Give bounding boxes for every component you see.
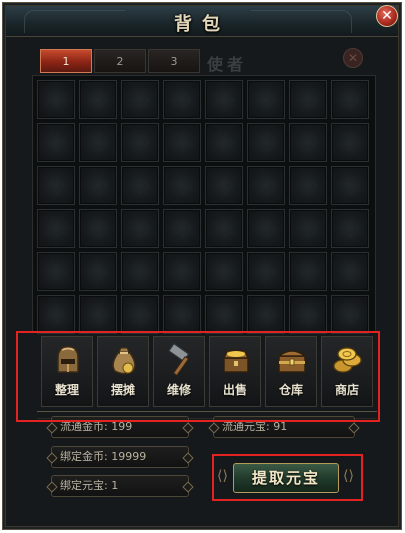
background-watermark-text: 使者 (207, 55, 248, 74)
inventory-slot[interactable] (331, 209, 369, 248)
withdraw-yuanbao-button[interactable]: 提取元宝 (233, 463, 339, 493)
inventory-grid (37, 80, 369, 334)
inventory-slot[interactable] (247, 123, 285, 162)
inventory-grid-panel (32, 75, 376, 334)
button-ornament-left: ⟨⟩ (217, 468, 228, 484)
inventory-slot[interactable] (331, 166, 369, 205)
circulating-yuanbao-field: 流通元宝: 91 (213, 416, 355, 438)
inventory-slot[interactable] (247, 80, 285, 119)
repair-button[interactable]: 维修 (153, 336, 205, 407)
shop-button[interactable]: 商店 (321, 336, 373, 407)
inventory-slot[interactable] (163, 166, 201, 205)
sell-button[interactable]: 出售 (209, 336, 261, 407)
stall-button[interactable]: 摆摊 (97, 336, 149, 407)
inventory-slot[interactable] (289, 209, 327, 248)
inventory-slot[interactable] (163, 123, 201, 162)
money-bag-icon (112, 347, 136, 375)
inventory-slot[interactable] (79, 80, 117, 119)
inventory-slot[interactable] (331, 252, 369, 291)
button-ornament-right: ⟨⟩ (343, 468, 354, 484)
inventory-slot[interactable] (205, 295, 243, 334)
inventory-slot[interactable] (121, 123, 159, 162)
inventory-slot[interactable] (37, 295, 75, 334)
hammer-icon (168, 343, 190, 377)
inventory-slot[interactable] (121, 166, 159, 205)
inventory-slot[interactable] (205, 80, 243, 119)
inventory-slot[interactable] (289, 166, 327, 205)
inventory-slot[interactable] (205, 252, 243, 291)
sort-button[interactable]: 整理 (41, 336, 93, 407)
inventory-slot[interactable] (37, 80, 75, 119)
warehouse-button[interactable]: 仓库 (265, 336, 317, 407)
shop-label: 商店 (334, 383, 359, 397)
inventory-slot[interactable] (37, 123, 75, 162)
inventory-slot[interactable] (331, 123, 369, 162)
inventory-slot[interactable] (331, 80, 369, 119)
inventory-slot[interactable] (37, 252, 75, 291)
close-icon[interactable]: ✕ (376, 5, 398, 27)
inventory-slot[interactable] (37, 209, 75, 248)
stall-label: 摆摊 (110, 383, 135, 397)
storage-chest-icon (276, 350, 308, 373)
inventory-slot[interactable] (247, 209, 285, 248)
circulating-gold-field: 流通金币: 199 (51, 416, 189, 438)
sell-label: 出售 (222, 383, 247, 397)
inventory-slot[interactable] (163, 80, 201, 119)
inventory-slot[interactable] (289, 80, 327, 119)
repair-label: 维修 (166, 383, 191, 397)
inventory-slot[interactable] (121, 295, 159, 334)
inventory-slot[interactable] (289, 295, 327, 334)
inventory-slot[interactable] (289, 123, 327, 162)
inventory-slot[interactable] (247, 252, 285, 291)
inventory-slot[interactable] (121, 252, 159, 291)
inventory-slot[interactable] (331, 295, 369, 334)
inventory-slot[interactable] (79, 166, 117, 205)
tab-1[interactable]: 1 (40, 49, 92, 73)
inventory-slot[interactable] (37, 166, 75, 205)
inventory-slot[interactable] (205, 123, 243, 162)
tab-3[interactable]: 3 (148, 49, 200, 73)
bound-gold-field: 绑定金币: 19999 (51, 446, 189, 468)
helmet-icon (57, 346, 79, 373)
inventory-slot[interactable] (247, 295, 285, 334)
inventory-slot[interactable] (289, 252, 327, 291)
background-close-icon: ✕ (343, 48, 363, 68)
inventory-slot[interactable] (121, 209, 159, 248)
tab-2[interactable]: 2 (94, 49, 146, 73)
inventory-slot[interactable] (205, 209, 243, 248)
inventory-slot[interactable] (79, 295, 117, 334)
window-title: 背包 (174, 14, 230, 35)
inventory-slot[interactable] (205, 166, 243, 205)
inventory-slot[interactable] (163, 252, 201, 291)
inventory-slot[interactable] (163, 209, 201, 248)
gold-coins-icon (333, 347, 362, 373)
sort-label: 整理 (54, 383, 79, 397)
inventory-slot[interactable] (79, 123, 117, 162)
warehouse-label: 仓库 (278, 383, 303, 397)
inventory-slot[interactable] (163, 295, 201, 334)
inventory-slot[interactable] (79, 209, 117, 248)
treasure-chest-icon (222, 350, 250, 373)
action-toolbar: 整理 摆摊 维修 出售 仓库 商店 (41, 336, 376, 407)
title-bar[interactable]: 背包 (6, 6, 398, 37)
bound-yuanbao-field: 绑定元宝: 1 (51, 475, 189, 497)
inventory-slot[interactable] (247, 166, 285, 205)
inventory-slot[interactable] (79, 252, 117, 291)
inventory-slot[interactable] (121, 80, 159, 119)
inventory-window: 背包 1 2 3 使者 ✕ 整理 摆摊 维修 出售 仓库 商店 流通金币: 19… (2, 2, 402, 530)
